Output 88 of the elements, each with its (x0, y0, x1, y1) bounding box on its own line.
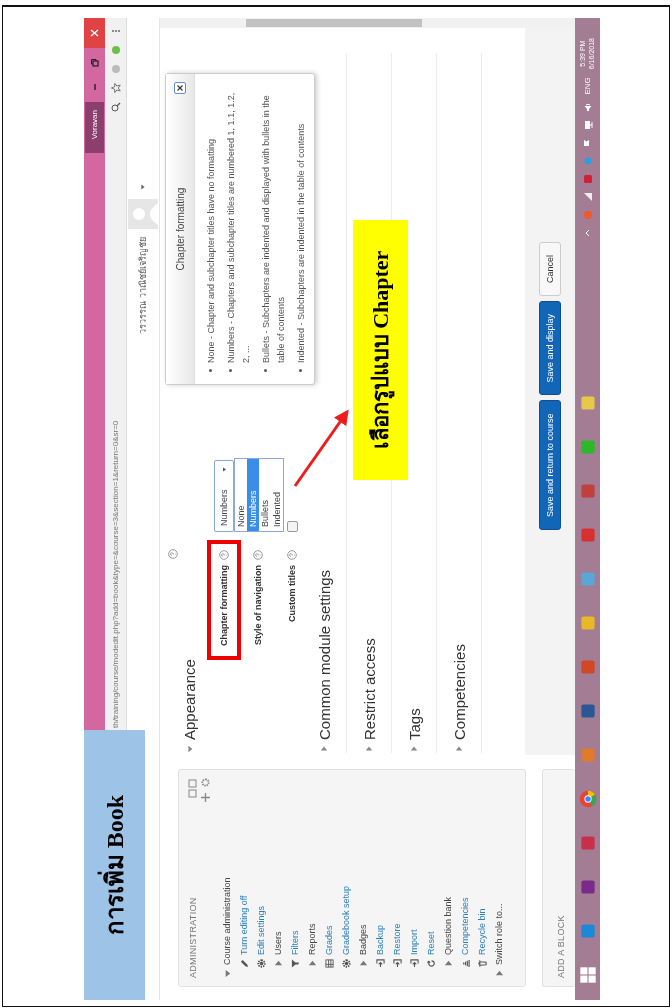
restore-icon[interactable] (89, 58, 100, 68)
bullet-icon (264, 369, 267, 372)
menu-item[interactable]: Competencies (460, 897, 470, 955)
select-field[interactable]: Numbers (214, 460, 234, 532)
user-badge[interactable]: Voravan (85, 102, 104, 154)
enter-icon (409, 959, 419, 968)
menu-item[interactable]: Restore (392, 923, 402, 955)
user-name[interactable]: วรวรรณ วาณิชย์เจริญชัย (136, 237, 150, 334)
zoom-icon[interactable] (110, 102, 121, 112)
caret-icon[interactable] (139, 183, 147, 191)
expand-icon[interactable] (455, 745, 463, 753)
bullet-icon (209, 369, 212, 372)
gear-icon (341, 959, 351, 968)
help-text: Bullets - Subchapters are indented and displayed with bullets in the table of contents (260, 94, 287, 363)
section-heading[interactable]: Tags (405, 708, 423, 740)
url-text[interactable]: th/training/course/modedit.php?add=book&type=&course=3&section=1&return=0&sr=0 (109, 420, 122, 728)
star-icon[interactable] (110, 83, 121, 93)
refresh-icon (426, 959, 436, 968)
bullet-icon (299, 369, 302, 372)
annotation-callout: เลือกรูปแบบ Chapter (353, 220, 408, 480)
enter-icon (392, 959, 402, 968)
gear-icon[interactable] (201, 778, 210, 787)
field-label: Style of navigation (253, 565, 263, 645)
help-text: Numbers - Chapters and subchapter titles are numbered 1, 1.1, 1.2, 2, ... (225, 91, 252, 363)
menu-item[interactable]: Reset (426, 931, 436, 955)
move-icon[interactable] (201, 793, 210, 802)
table-icon (324, 959, 334, 968)
menu-item[interactable]: Recycle bin (477, 908, 487, 955)
dropdown-option[interactable]: None (235, 459, 247, 531)
help-icon[interactable] (219, 550, 229, 560)
popup-title: Chapter formatting (174, 187, 186, 271)
menu-item[interactable]: Edit settings (256, 905, 266, 955)
help-text: None - Chapter and subchapter titles have no formatting (205, 138, 217, 363)
expand-icon[interactable] (494, 969, 504, 978)
menu-item[interactable]: Gradebook setup (341, 885, 351, 955)
menu-item[interactable]: Question bank (443, 896, 453, 955)
form-button[interactable]: Save and display (539, 300, 561, 396)
extension-icon[interactable] (110, 64, 121, 74)
help-icon[interactable] (168, 549, 178, 559)
section-heading[interactable]: Restrict access (360, 638, 378, 740)
gear-icon (256, 959, 266, 968)
menu-item[interactable]: Course administration (222, 877, 232, 965)
block-title: ADD A BLOCK (556, 915, 566, 978)
close-icon[interactable] (174, 82, 186, 94)
form-button[interactable]: Cancel (539, 241, 561, 296)
collapse-icon[interactable] (185, 745, 194, 753)
field-label: Chapter formatting (219, 565, 229, 646)
menu-item[interactable]: Filters (290, 930, 300, 955)
menu-item[interactable]: Badges (358, 924, 368, 955)
language-indicator[interactable]: ENG (583, 77, 592, 95)
menu-item[interactable]: Import (409, 929, 419, 955)
expand-icon[interactable] (410, 745, 418, 753)
help-icon[interactable] (253, 550, 263, 560)
caret-icon (220, 466, 228, 473)
menu-item[interactable]: Reports (307, 923, 317, 955)
menu-item[interactable]: Users (273, 931, 283, 955)
expand-icon[interactable] (365, 745, 373, 753)
dock-icon[interactable] (188, 778, 198, 798)
expand-icon[interactable] (307, 959, 317, 968)
help-icon[interactable] (287, 550, 297, 560)
dropdown-option[interactable]: Indented (271, 459, 283, 531)
funnel-icon (290, 959, 300, 968)
checkbox[interactable] (286, 521, 298, 532)
menu-item[interactable]: Backup (375, 924, 385, 955)
pencil-icon (239, 959, 249, 968)
form-button[interactable]: Save and return to course (539, 400, 561, 530)
signal-icon[interactable] (582, 192, 593, 203)
menu-item[interactable]: Switch role to... (494, 903, 504, 965)
scrollbar[interactable] (160, 18, 575, 28)
menu-item[interactable]: Turn editing off (239, 895, 249, 955)
section-heading[interactable]: Appearance (181, 659, 198, 740)
dropdown-option[interactable]: Bullets (259, 459, 271, 531)
expand-icon[interactable] (358, 959, 368, 968)
enter-icon (375, 959, 385, 968)
level-icon (460, 959, 470, 968)
field-label: Custom titles (287, 565, 297, 622)
help-text: Indented - Subchapters are indented in the table of contents (295, 123, 307, 363)
expand-icon[interactable] (443, 959, 453, 968)
block-title: ADMINISTRATION (188, 897, 198, 978)
bullet-icon (229, 369, 232, 372)
expand-icon[interactable] (273, 959, 283, 968)
section-heading[interactable]: Common module settings (315, 569, 333, 740)
expand-icon[interactable] (320, 745, 328, 753)
annotation-title: การเพิ่ม Book (84, 730, 145, 1000)
tray-app-icon[interactable] (582, 174, 593, 185)
section-heading[interactable]: Competencies (450, 644, 468, 740)
extension-icon[interactable] (110, 45, 121, 55)
menu-item[interactable]: Grades (324, 925, 334, 955)
